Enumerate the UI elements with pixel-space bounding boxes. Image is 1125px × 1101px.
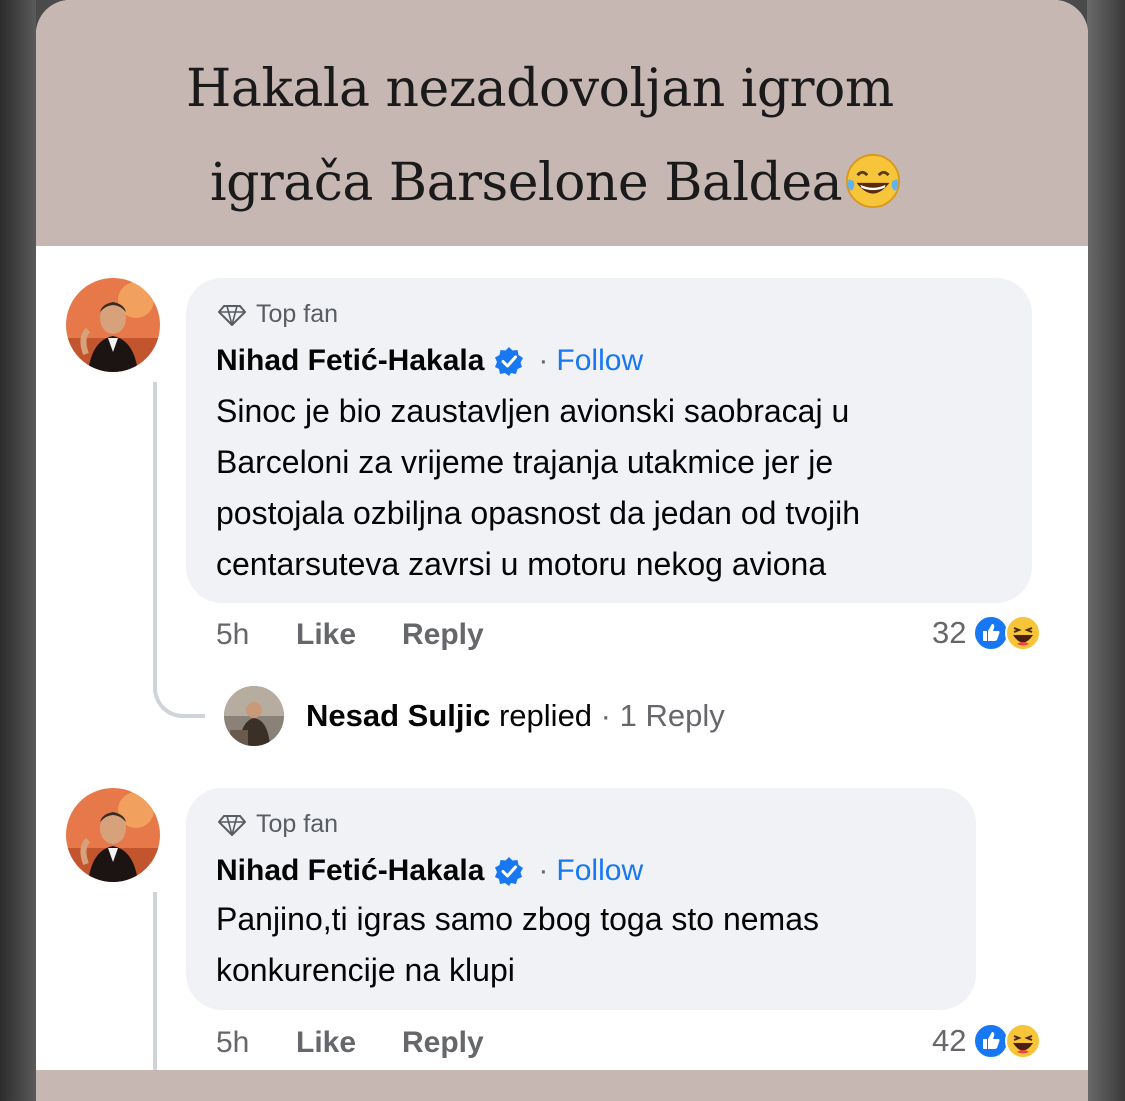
replier-name: Nesad Suljic [306,698,491,733]
diamond-icon [218,304,246,326]
bottom-strip [36,1070,1088,1101]
comment-text: Panjino,ti igras samo zbog toga sto nema… [216,894,819,996]
comment-line: Sinoc je bio zaustavljen avionski saobra… [216,393,850,429]
headline-line-1: Hakala nezadovoljan igrom [186,59,894,119]
reply-button[interactable]: Reply [402,618,484,652]
background-left [0,0,36,1101]
headline: Hakala nezadovoljan igrom igrača Barselo… [186,42,946,230]
reaction-count: 42 [932,1023,967,1058]
replied-label: replied [498,698,593,733]
reply-count: · 1 Reply [600,698,725,733]
author-name[interactable]: Nihad Fetić-Hakala [216,344,484,378]
author-name[interactable]: Nihad Fetić-Hakala [216,854,484,888]
post-card: Hakala nezadovoljan igrom igrača Barselo… [36,0,1088,1070]
timestamp[interactable]: 5h [216,1026,296,1060]
background-right [1087,0,1125,1101]
diamond-icon [218,814,246,836]
verified-badge-icon [495,347,524,376]
comment-line: konkurencije na klupi [216,952,515,988]
haha-reaction-icon [1005,615,1042,651]
haha-reaction-icon [1005,1023,1042,1059]
follow-button[interactable]: Follow [556,854,643,888]
comment-actions: 5h Like Reply [216,1026,484,1060]
top-fan-badge: Top fan [218,300,338,329]
avatar[interactable] [66,788,160,882]
reactions-summary[interactable]: 42 [932,1022,1042,1060]
avatar[interactable] [66,278,160,372]
top-fan-badge: Top fan [218,810,338,839]
comment-actions: 5h Like Reply [216,618,484,652]
comment-text: Sinoc je bio zaustavljen avionski saobra… [216,386,860,590]
separator-dot: · [538,854,549,887]
follow-button[interactable]: Follow [556,344,643,378]
view-replies[interactable]: Nesad Suljic replied · 1 Reply [224,686,725,746]
thread-line [153,382,157,644]
top-fan-label: Top fan [256,300,339,328]
thread-curve [153,642,205,718]
separator-dot: · [538,344,549,377]
reply-button[interactable]: Reply [402,1026,484,1060]
comment-bubble: Top fan Nihad Fetić-Hakala · Follow Sino… [186,278,1032,603]
reactions-summary[interactable]: 32 [932,614,1042,652]
comment-line: centarsuteva zavrsi u motoru nekog avion… [216,546,827,582]
verified-badge-icon [495,857,524,886]
like-button[interactable]: Like [296,618,402,652]
headline-line-2: igrača Barselone Baldea [210,153,843,213]
comment-line: Barceloni za vrijeme trajanja utakmice j… [216,444,834,480]
comment-line: postojala ozbiljna opasnost da jedan od … [216,495,861,531]
like-button[interactable]: Like [296,1026,402,1060]
replier-avatar[interactable] [224,686,284,746]
top-fan-label: Top fan [256,810,339,838]
timestamp[interactable]: 5h [216,618,296,652]
thread-line-2 [153,892,157,1070]
headline-banner: Hakala nezadovoljan igrom igrača Barselo… [36,0,1088,246]
reaction-count: 32 [932,615,967,650]
laughing-tears-emoji [846,153,901,209]
comment-bubble: Top fan Nihad Fetić-Hakala · Follow Panj… [186,788,976,1010]
comment-line: Panjino,ti igras samo zbog toga sto nema… [216,901,819,937]
